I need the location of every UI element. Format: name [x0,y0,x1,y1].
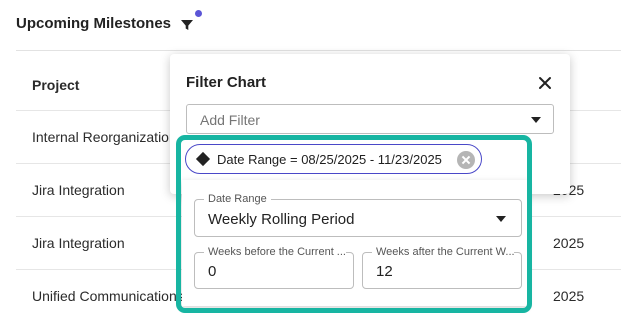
date-cell: 2025 [553,235,585,251]
notification-dot [195,10,202,17]
table-divider [16,50,621,51]
column-header-project: Project [32,77,80,93]
filter-panel-title: Filter Chart [186,74,267,91]
close-icon[interactable] [536,74,554,92]
project-cell: Jira Integration [32,235,125,251]
add-filter-select[interactable] [186,104,554,134]
caret-down-icon [531,117,541,123]
highlight-outline [176,135,532,313]
project-cell: Jira Integration [32,182,125,198]
project-cell: Unified Communications [32,288,184,304]
date-cell: 2025 [553,288,585,304]
page-title: Upcoming Milestones [16,15,172,32]
project-cell: Internal Reorganization [32,129,177,145]
add-filter-input[interactable] [200,112,500,128]
filter-icon[interactable] [179,17,195,33]
